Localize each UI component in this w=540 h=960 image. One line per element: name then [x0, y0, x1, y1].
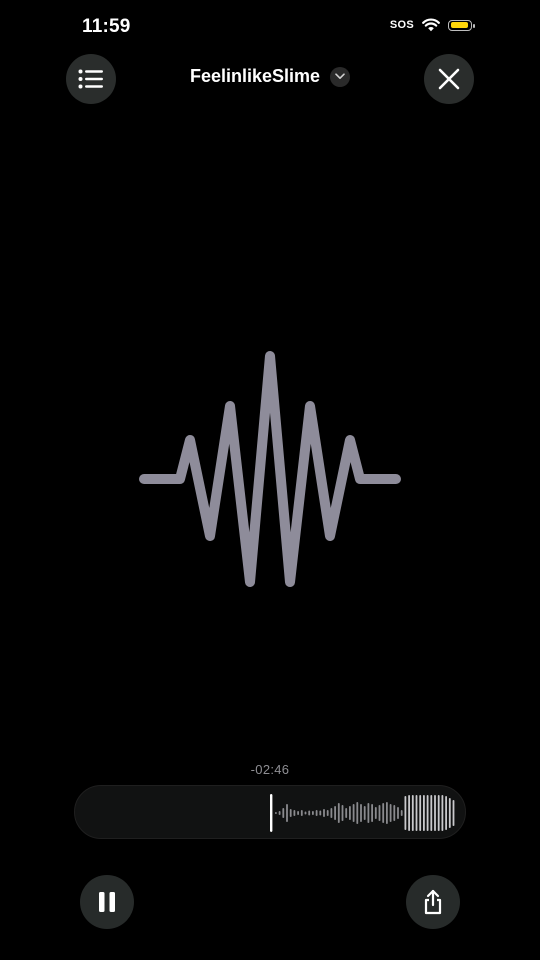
scrubber-bar — [382, 803, 385, 823]
scrubber-bar — [319, 810, 322, 816]
scrubber-bar — [289, 809, 292, 817]
voice-memo-playback-screen: 11:59 SOS FeelinlikeSlime -02:46 — [0, 0, 540, 960]
scrubber-bar — [408, 795, 410, 831]
scrubber-bar — [341, 805, 344, 821]
chevron-down-icon — [330, 66, 351, 87]
pause-icon — [99, 892, 115, 912]
scrubber-bar — [452, 800, 455, 826]
scrubber-bar — [282, 808, 285, 818]
share-button[interactable] — [406, 875, 460, 929]
scrubber-bar — [434, 795, 436, 831]
scrubber-bar — [448, 798, 451, 828]
scrubber-bar — [374, 807, 377, 819]
scrubber-bar — [411, 795, 414, 831]
scrubber-bar — [352, 804, 355, 822]
scrubber-bar — [286, 804, 288, 822]
waveform-icon — [139, 351, 401, 587]
close-button[interactable] — [424, 54, 474, 104]
scrubber-bar — [367, 803, 370, 823]
time-remaining: -02:46 — [250, 762, 290, 777]
scrubber-bar — [400, 810, 403, 816]
scrubber-bar — [308, 810, 311, 816]
scrubber-bar — [397, 807, 399, 819]
scrubber-bar — [360, 804, 362, 822]
scrubber-bar — [445, 796, 447, 830]
scrubber-bar — [345, 808, 348, 818]
scrubber-bar — [312, 811, 314, 815]
scrubber-bar — [323, 809, 325, 817]
scrubber-bar — [426, 795, 429, 831]
scrubber-bar — [330, 808, 333, 818]
share-icon — [424, 889, 442, 915]
recording-title: FeelinlikeSlime — [189, 66, 321, 86]
scrubber-bar — [404, 796, 407, 830]
close-icon — [438, 68, 460, 90]
scrubber-bar — [315, 810, 318, 816]
scrubber-bar — [393, 805, 396, 821]
scrubber-bar — [430, 795, 433, 831]
wifi-icon — [422, 18, 440, 32]
scrubber-bar — [378, 805, 381, 821]
battery-icon — [448, 19, 475, 31]
scrubber-bar — [293, 810, 296, 816]
scrubber-bar — [326, 810, 329, 816]
scrubber-bar — [363, 806, 366, 820]
status-icons: SOS — [389, 18, 475, 32]
scrubber-bar — [334, 806, 336, 820]
scrubber-bar — [386, 802, 388, 824]
scrubber-bar — [419, 795, 422, 831]
scrubber-bar — [437, 795, 440, 831]
scrubber-bar — [304, 811, 307, 815]
scrubber-bar — [389, 804, 392, 822]
scrubber-bar — [371, 804, 373, 822]
scrubber-bar — [337, 803, 340, 823]
pause-button[interactable] — [80, 875, 134, 929]
sos-indicator: SOS — [389, 19, 414, 31]
scrubber-bar — [423, 795, 425, 831]
playback-scrubber[interactable] — [74, 785, 466, 839]
status-time: 11:59 — [82, 16, 131, 37]
scrubber-bar — [415, 795, 418, 831]
scrubber-bar — [356, 802, 359, 824]
scrubber-bar — [278, 811, 281, 815]
scrubber-bar — [300, 810, 303, 816]
scrubber-bar — [275, 812, 277, 814]
scrubber-bar — [297, 811, 299, 815]
scrubber-bar — [441, 795, 444, 831]
scrubber-bar — [349, 806, 351, 820]
playhead — [270, 794, 273, 832]
